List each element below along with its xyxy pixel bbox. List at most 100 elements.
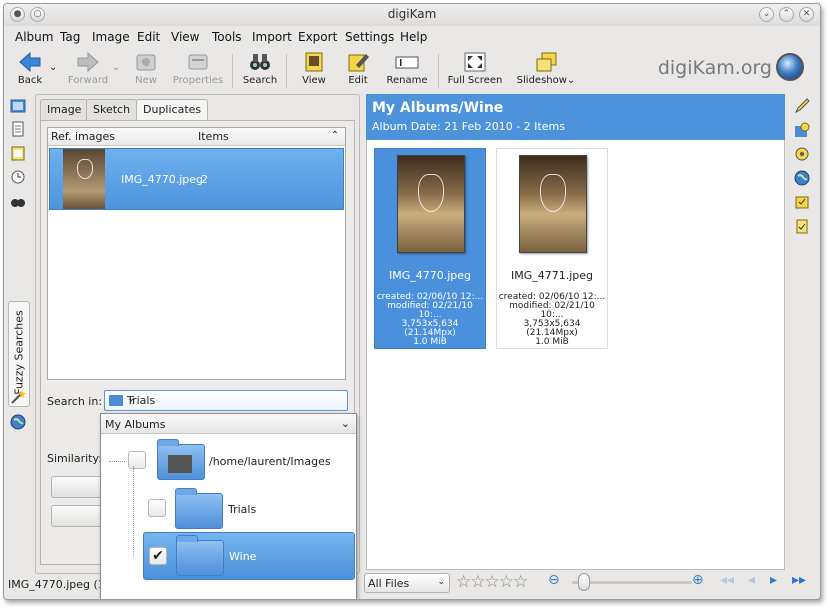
- minimize-icon[interactable]: ⌄: [759, 7, 774, 22]
- folder-icon: [176, 535, 224, 576]
- tree-item-images[interactable]: /home/laurent/Images: [101, 438, 356, 484]
- checkbox-wine-checked-icon[interactable]: ✔: [149, 547, 167, 565]
- zoom-slider-track[interactable]: [572, 581, 692, 584]
- menu-export[interactable]: Export: [298, 30, 337, 44]
- caption-edit-icon[interactable]: [794, 98, 810, 114]
- item-modified: modified: 02/21/10 10:...: [509, 301, 595, 320]
- album-popup-title: My Albums: [105, 418, 166, 431]
- albums-icon[interactable]: [10, 98, 26, 114]
- checkbox-trials[interactable]: [148, 499, 166, 517]
- item-dimensions: 3,753x5,634 (21.14Mpx): [401, 319, 459, 338]
- digikam-brand-logo: digiKam.org: [657, 57, 772, 79]
- back-arrow-icon: [19, 51, 41, 73]
- main-toolbar: Back ⌄ Forward ⌄ New Properties Search V…: [4, 48, 820, 94]
- checkbox-images[interactable]: [128, 451, 146, 469]
- back-button[interactable]: Back: [12, 48, 48, 92]
- left-sidebar-tabs: Fuzzy Searches: [4, 94, 32, 574]
- map-globe-icon[interactable]: [10, 414, 26, 430]
- menu-help[interactable]: Help: [400, 30, 427, 44]
- tree-label-trials: Trials: [228, 503, 257, 516]
- slideshow-chevron-icon: ⌄: [566, 75, 576, 86]
- binoculars-icon: [250, 54, 270, 70]
- maximize-icon[interactable]: ⌃: [779, 7, 794, 22]
- tags-icon[interactable]: [10, 121, 26, 137]
- menu-album[interactable]: Album: [15, 30, 53, 44]
- file-filter-value: All Files: [368, 577, 410, 590]
- album-popup-header[interactable]: My Albums ⌄: [101, 414, 356, 434]
- zoom-out-icon[interactable]: ⊖: [548, 572, 560, 588]
- album-folder-icon: [109, 395, 123, 406]
- app-menu-icon[interactable]: ●: [10, 7, 25, 22]
- tree-branch-line: [109, 461, 125, 462]
- pin-icon[interactable]: ○: [30, 7, 45, 22]
- digikam-window: ● ○ digiKam ⌄ ⌃ ✕ Album Tag Image Edit V…: [3, 3, 821, 600]
- menu-tools[interactable]: Tools: [212, 30, 242, 44]
- tree-item-wine[interactable]: ✔ Wine: [143, 532, 355, 580]
- search-in-label: Search in:: [47, 395, 103, 408]
- zoom-slider-handle[interactable]: [578, 573, 590, 591]
- album-subtitle: Album Date: 21 Feb 2010 - 2 Items: [372, 120, 565, 133]
- folder-photo-icon: [157, 439, 205, 480]
- menu-edit[interactable]: Edit: [137, 30, 160, 44]
- tags-edit-icon[interactable]: [794, 194, 810, 210]
- properties-info-icon[interactable]: [794, 122, 810, 138]
- previous-item-icon[interactable]: ◂: [748, 572, 755, 588]
- menu-view[interactable]: View: [171, 30, 199, 44]
- versions-clipboard-icon[interactable]: [794, 218, 810, 234]
- search-button[interactable]: Search: [240, 48, 280, 92]
- tab-duplicates[interactable]: Duplicates: [136, 99, 209, 121]
- rating-filter-stars[interactable]: ☆☆☆☆☆: [456, 572, 528, 592]
- menu-import[interactable]: Import: [252, 30, 292, 44]
- sort-chevron-up-icon[interactable]: ⌃: [331, 130, 339, 141]
- search-in-combo[interactable]: Trials ⌄: [104, 390, 348, 411]
- item-modified: modified: 02/21/10 10:...: [387, 301, 473, 320]
- geolocation-globe-icon[interactable]: [794, 170, 810, 186]
- search-binoculars-icon[interactable]: [10, 193, 26, 209]
- new-album-button[interactable]: New: [128, 48, 164, 92]
- last-item-icon[interactable]: ▸▸: [792, 572, 806, 588]
- slideshow-button[interactable]: Slideshow⌄: [516, 48, 576, 92]
- album-title: My Albums/Wine: [372, 100, 504, 116]
- wine-glass-shape: [77, 159, 93, 179]
- item-size: 1.0 MiB: [413, 337, 447, 347]
- similarity-label: Similarity:: [47, 452, 102, 465]
- toolbar-separator: [232, 54, 233, 88]
- file-filter-combo[interactable]: All Files ⌄: [364, 573, 450, 593]
- column-items[interactable]: Items: [198, 130, 229, 143]
- duplicate-count: 2: [201, 173, 208, 186]
- thumbnail-item[interactable]: IMG_4771.jpeg created: 02/06/10 12:... m…: [496, 148, 608, 349]
- tree-item-trials[interactable]: Trials: [101, 466, 356, 556]
- column-ref-images[interactable]: Ref. images: [51, 130, 115, 143]
- edit-button[interactable]: Edit: [340, 48, 376, 92]
- view-button[interactable]: View: [296, 48, 332, 92]
- fullscreen-button[interactable]: Full Screen: [444, 48, 506, 92]
- calendar-icon[interactable]: [10, 145, 26, 161]
- tab-image[interactable]: Image: [40, 99, 89, 120]
- item-metadata: created: 02/06/10 12:... modified: 02/21…: [497, 293, 607, 347]
- properties-button[interactable]: Properties: [170, 48, 226, 92]
- menu-settings[interactable]: Settings: [345, 30, 394, 44]
- photo-thumbnail: [519, 155, 587, 253]
- menu-image[interactable]: Image: [92, 30, 130, 44]
- album-selector-popup: My Albums ⌄ /home/laurent/Images Trials …: [100, 413, 357, 599]
- tree-label-images: /home/laurent/Images: [209, 455, 331, 468]
- metadata-icon[interactable]: [794, 146, 810, 162]
- thumbnail-item[interactable]: IMG_4770.jpeg created: 02/06/10 12:... m…: [374, 148, 486, 349]
- first-item-icon[interactable]: ◂◂: [720, 572, 734, 588]
- rename-button[interactable]: Rename: [384, 48, 430, 92]
- menu-tag[interactable]: Tag: [60, 30, 80, 44]
- close-icon[interactable]: ✕: [799, 7, 814, 22]
- tab-sketch[interactable]: Sketch: [86, 99, 138, 120]
- title-bar: ● ○ digiKam ⌄ ⌃ ✕: [4, 4, 820, 26]
- duplicate-row[interactable]: IMG_4770.jpeg 2: [49, 148, 344, 210]
- wine-glass-shape: [540, 174, 566, 212]
- fullscreen-icon: [464, 52, 486, 72]
- edit-image-icon: [348, 54, 369, 72]
- duplicate-name: IMG_4770.jpeg: [121, 173, 204, 186]
- timeline-icon[interactable]: [10, 169, 26, 185]
- chevron-down-icon: ⌄: [340, 417, 350, 430]
- duplicates-list: Ref. images Items ⌃ IMG_4770.jpeg 2: [47, 127, 346, 380]
- forward-button[interactable]: Forward: [66, 48, 110, 92]
- zoom-in-icon[interactable]: ⊕: [692, 572, 704, 588]
- next-item-icon[interactable]: ▸: [770, 572, 777, 588]
